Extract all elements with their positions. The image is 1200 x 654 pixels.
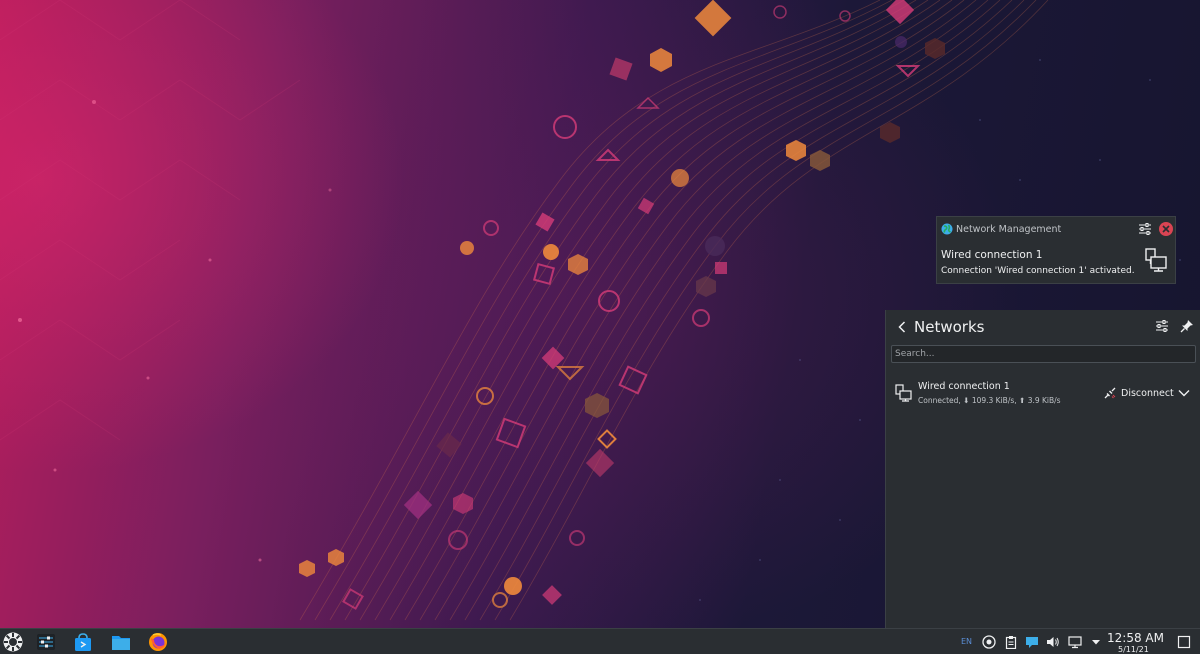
volume-icon[interactable] [1046, 635, 1060, 649]
taskbar: EN 12:58 AM 5/11/21 [0, 628, 1200, 654]
close-icon[interactable] [1158, 221, 1174, 237]
system-settings-icon[interactable] [36, 632, 56, 652]
pin-icon[interactable] [1179, 318, 1195, 334]
file-manager-icon[interactable] [111, 632, 131, 652]
disconnect-label: Disconnect [1121, 387, 1174, 399]
notification-header: Network Management [941, 221, 1061, 237]
updates-icon[interactable] [982, 635, 996, 649]
configure-network-icon[interactable] [1154, 318, 1170, 334]
discover-store-icon[interactable] [73, 632, 93, 652]
firefox-icon[interactable] [148, 632, 168, 652]
connection-name: Wired connection 1 [918, 381, 1010, 392]
configure-icon[interactable] [1137, 221, 1153, 237]
clock-date[interactable]: 5/11/21 [1118, 645, 1149, 654]
keyboard-layout-indicator[interactable]: EN [961, 637, 972, 646]
application-launcher-icon[interactable] [3, 632, 23, 652]
panel-title: Networks [914, 318, 985, 336]
networks-panel: Networks Wired connection 1 Connected, ⬇… [885, 310, 1200, 628]
back-arrow-icon[interactable] [895, 319, 909, 335]
disconnect-plug-icon [1104, 387, 1116, 399]
notification-title: Wired connection 1 [941, 249, 1043, 261]
disconnect-button[interactable]: Disconnect [1103, 385, 1174, 401]
network-notification-popup[interactable]: Network Management Wired connection 1 Co… [936, 216, 1176, 284]
expand-tray-icon[interactable] [1089, 635, 1103, 649]
notification-app-name: Network Management [956, 223, 1062, 235]
network-icon[interactable] [1068, 635, 1082, 649]
notification-body: Connection 'Wired connection 1' activate… [941, 266, 1135, 276]
connection-item[interactable]: Wired connection 1 Connected, ⬇ 109.3 Ki… [891, 376, 1196, 412]
clock-time[interactable]: 12:58 AM [1107, 631, 1164, 645]
wired-network-icon [895, 384, 912, 402]
chevron-down-icon[interactable] [1177, 386, 1191, 400]
wired-network-icon [1145, 248, 1167, 272]
connection-status: Connected, ⬇ 109.3 KiB/s, ⬆ 3.9 KiB/s [918, 396, 1061, 405]
clipboard-icon[interactable] [1004, 635, 1018, 649]
notifications-icon[interactable] [1025, 635, 1039, 649]
globe-icon [941, 223, 953, 235]
show-desktop-icon[interactable] [1177, 635, 1191, 649]
search-input[interactable] [891, 345, 1196, 363]
